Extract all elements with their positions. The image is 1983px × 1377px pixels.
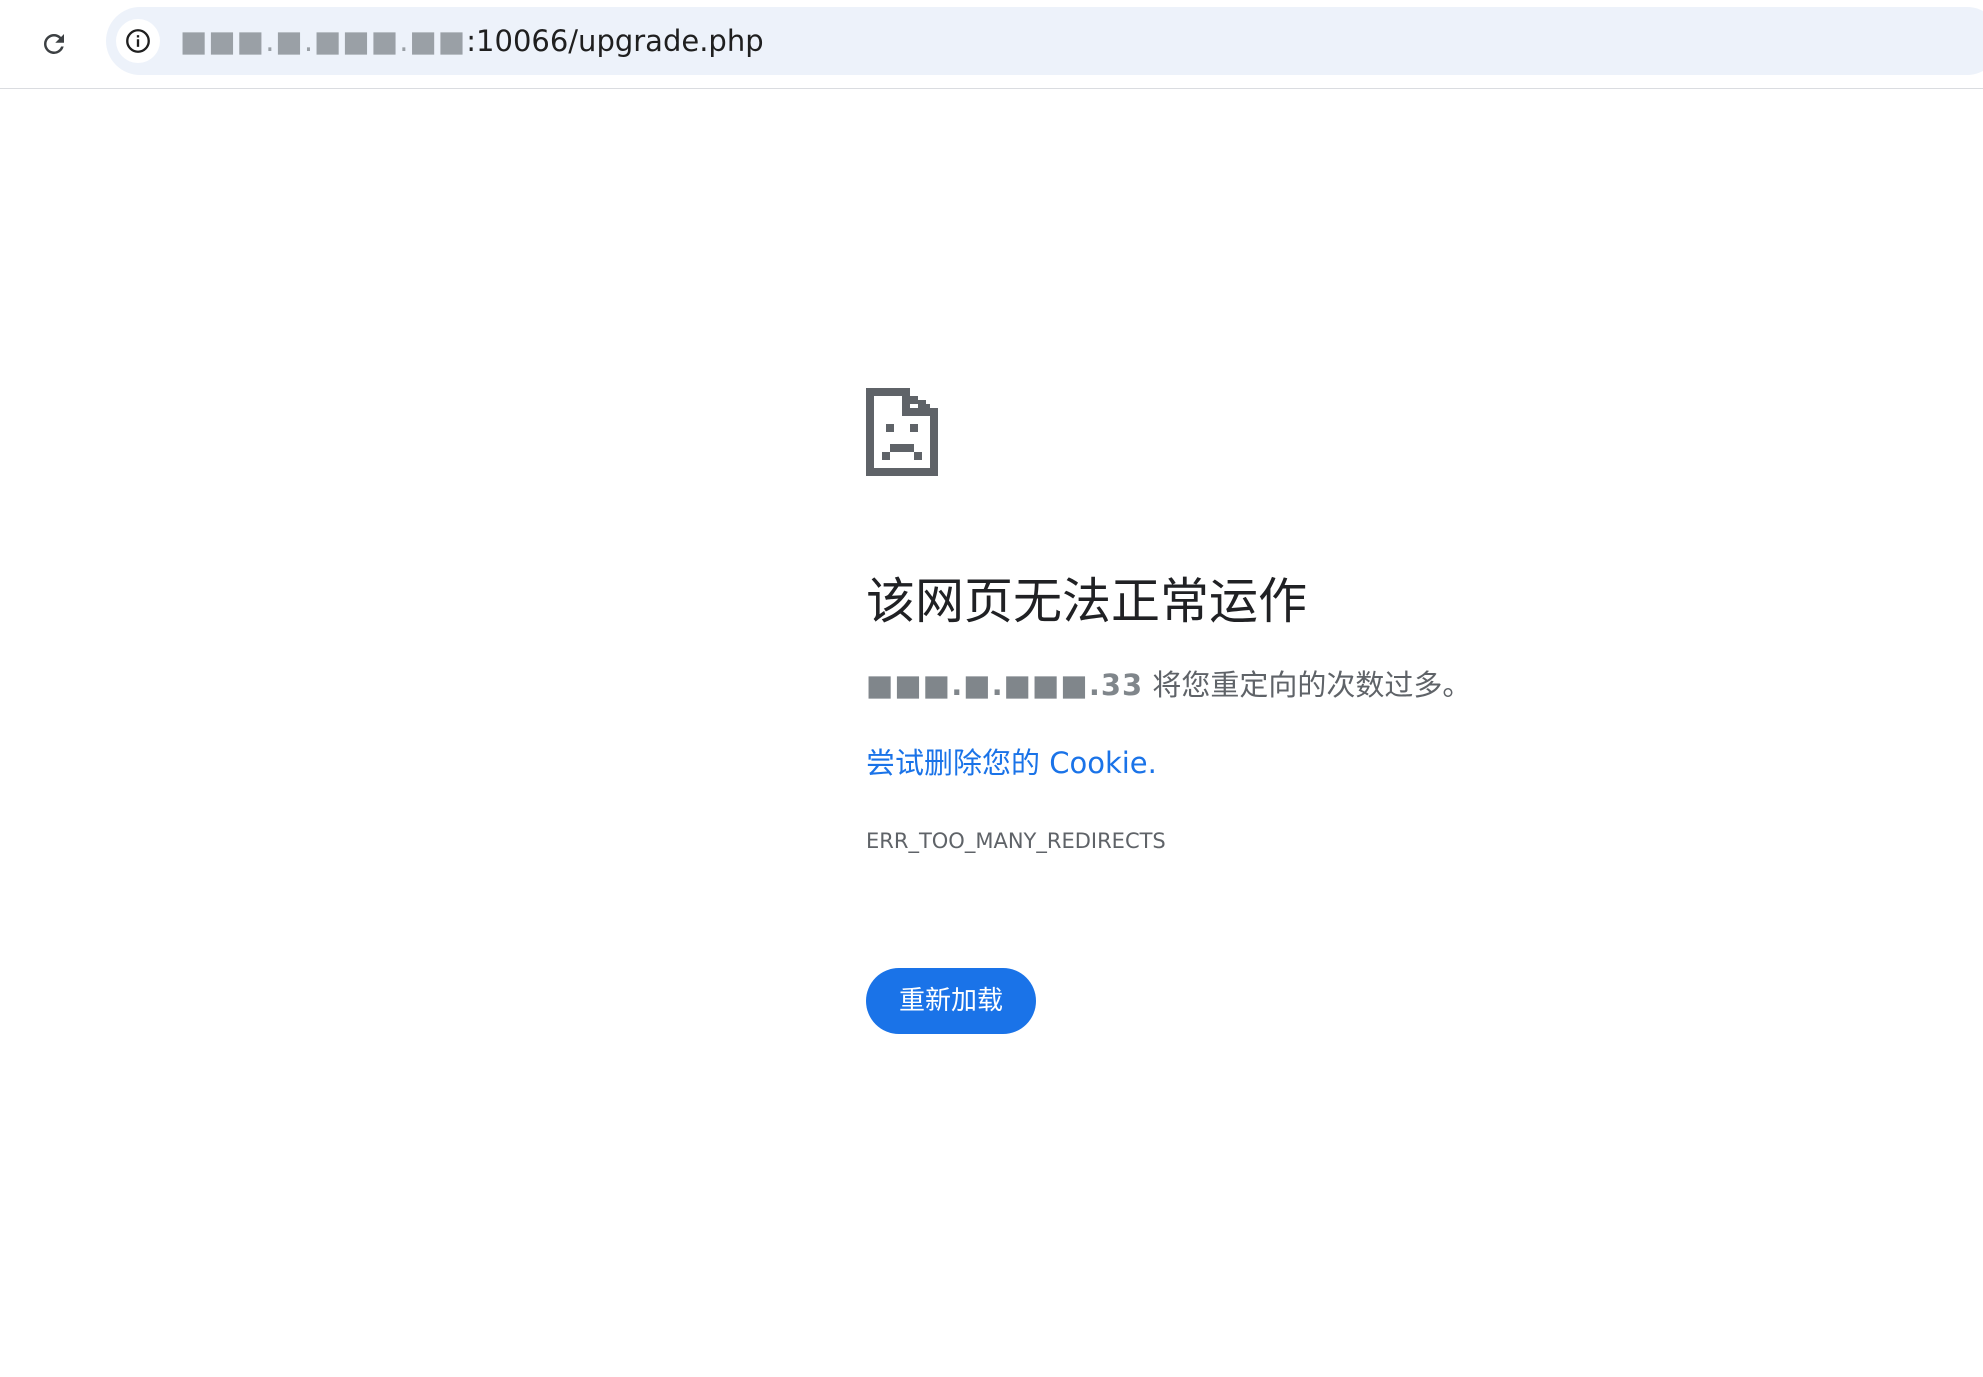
- error-title: 该网页无法正常运作: [866, 573, 1308, 630]
- error-message: 将您重定向的次数过多。: [1143, 668, 1472, 702]
- url-host-redacted: ■■■.■.■■■.■■: [180, 24, 467, 58]
- error-host-suffix: .33: [1088, 668, 1144, 702]
- error-code: ERR_TOO_MANY_REDIRECTS: [866, 829, 1166, 853]
- info-icon: [126, 29, 150, 53]
- site-info-button[interactable]: [116, 19, 160, 63]
- error-host-redacted: ■■■.■.■■■.33: [866, 668, 1143, 702]
- reload-page-button[interactable]: 重新加载: [866, 968, 1036, 1034]
- delete-cookies-link[interactable]: 尝试删除您的 Cookie.: [866, 742, 1157, 784]
- sad-page-icon: [866, 388, 938, 476]
- address-bar[interactable]: ■■■.■.■■■.■■:10066/upgrade.php: [106, 7, 1983, 75]
- browser-toolbar: ■■■.■.■■■.■■:10066/upgrade.php: [0, 0, 1983, 89]
- toolbar-reload-button[interactable]: [32, 22, 76, 66]
- url-text[interactable]: ■■■.■.■■■.■■:10066/upgrade.php: [180, 7, 764, 75]
- reload-icon: [44, 34, 64, 54]
- url-path: :10066/upgrade.php: [466, 24, 764, 58]
- error-host-mask: ■■■.■.■■■: [866, 668, 1089, 702]
- error-description: ■■■.■.■■■.33 将您重定向的次数过多。: [866, 664, 1471, 706]
